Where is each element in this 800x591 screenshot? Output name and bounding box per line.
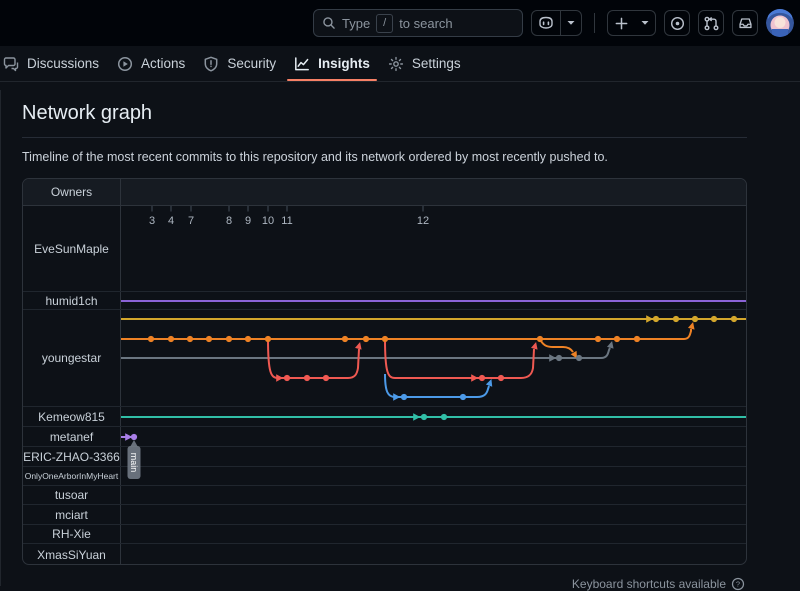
tab-label: Discussions [27,56,99,71]
network-table-body: EveSunMaplehumid1chyoungestarKemeow815me… [23,206,746,564]
tab-actions[interactable]: Actions [108,46,194,81]
owner-row: OnlyOneArborInMyHeart [23,467,746,486]
actions-icon [117,56,133,72]
owner-row: tusoar [23,486,746,505]
avatar[interactable] [766,9,794,37]
owner-row: XmasSiYuan [23,544,746,565]
plus-icon [608,11,635,35]
discussions-icon [3,56,19,72]
copilot-dropdown-caret-icon[interactable] [561,11,581,35]
tab-discussions[interactable]: Discussions [0,46,108,81]
active-tab-underline [287,79,377,81]
owner-row: RH-Xie [23,525,746,544]
owner-graph-area [121,486,746,504]
owner-graph-area [121,206,746,291]
tab-label: Security [227,56,276,71]
owner-graph-area [121,447,746,466]
pull-requests-button[interactable] [698,10,724,36]
page-description: Timeline of the most recent commits to t… [22,150,608,164]
insights-icon [294,56,310,72]
owner-name[interactable]: EveSunMaple [23,206,121,291]
page-title: Network graph [22,102,152,125]
create-new-caret-icon [635,11,655,35]
tab-insights[interactable]: Insights [285,46,379,81]
slash-key-hint: / [376,14,393,33]
owner-name[interactable]: Kemeow815 [23,407,121,426]
keyboard-shortcuts-hint[interactable]: Keyboard shortcuts available ? [572,577,745,591]
owner-row: ERIC-ZHAO-3366 [23,447,746,467]
topbar-divider [594,13,595,33]
owner-graph-area [121,525,746,543]
owners-header: Owners [23,179,121,205]
search-placeholder-after: to search [399,16,452,31]
owner-name[interactable]: metanef [23,427,121,446]
owner-name[interactable]: XmasSiYuan [23,544,121,565]
question-icon: ? [731,577,745,591]
owner-name[interactable]: youngestar [23,310,121,406]
owner-row: EveSunMaple [23,206,746,292]
tab-label: Insights [318,56,370,71]
search-placeholder-before: Type [342,16,370,31]
owner-name[interactable]: tusoar [23,486,121,504]
owner-row: mciart [23,505,746,525]
search-input[interactable]: Type / to search [313,9,523,37]
git-pull-request-icon [704,16,719,31]
security-icon [203,56,219,72]
owner-name[interactable]: mciart [23,505,121,524]
owner-row: Kemeow815 [23,407,746,427]
title-divider [22,137,747,138]
owner-row: humid1ch [23,292,746,310]
owner-graph-area [121,505,746,524]
tab-security[interactable]: Security [194,46,285,81]
owner-row: metanef [23,427,746,447]
svg-text:?: ? [736,580,740,589]
create-new-button[interactable] [607,10,656,36]
topbar: Type / to search [0,0,800,46]
tab-settings[interactable]: Settings [379,46,470,81]
repo-nav: Discussions Actions Security Insights Settin… [0,46,800,82]
owner-graph-area [121,292,746,309]
copilot-button[interactable] [531,10,582,36]
inbox-button[interactable] [732,10,758,36]
owner-graph-area [121,467,746,485]
inbox-icon [738,16,753,31]
owner-name[interactable]: RH-Xie [23,525,121,543]
owner-graph-area [121,544,746,565]
owner-graph-area [121,427,746,446]
search-icon [322,16,336,30]
owner-row: youngestar [23,310,746,407]
tab-label: Actions [141,56,185,71]
content-left-border [0,90,1,586]
issue-opened-icon [670,16,685,31]
settings-icon [388,56,404,72]
tab-label: Settings [412,56,461,71]
owner-graph-area [121,310,746,406]
network-table: Owners EveSunMaplehumid1chyoungestarKeme… [22,178,747,565]
owner-graph-area [121,407,746,426]
owner-name[interactable]: ERIC-ZHAO-3366 [23,447,121,466]
network-table-header: Owners [23,179,746,206]
copilot-icon [532,11,560,35]
issues-button[interactable] [664,10,690,36]
owner-name[interactable]: humid1ch [23,292,121,309]
owner-name[interactable]: OnlyOneArborInMyHeart [23,467,121,485]
keyboard-shortcuts-text: Keyboard shortcuts available [572,577,726,591]
